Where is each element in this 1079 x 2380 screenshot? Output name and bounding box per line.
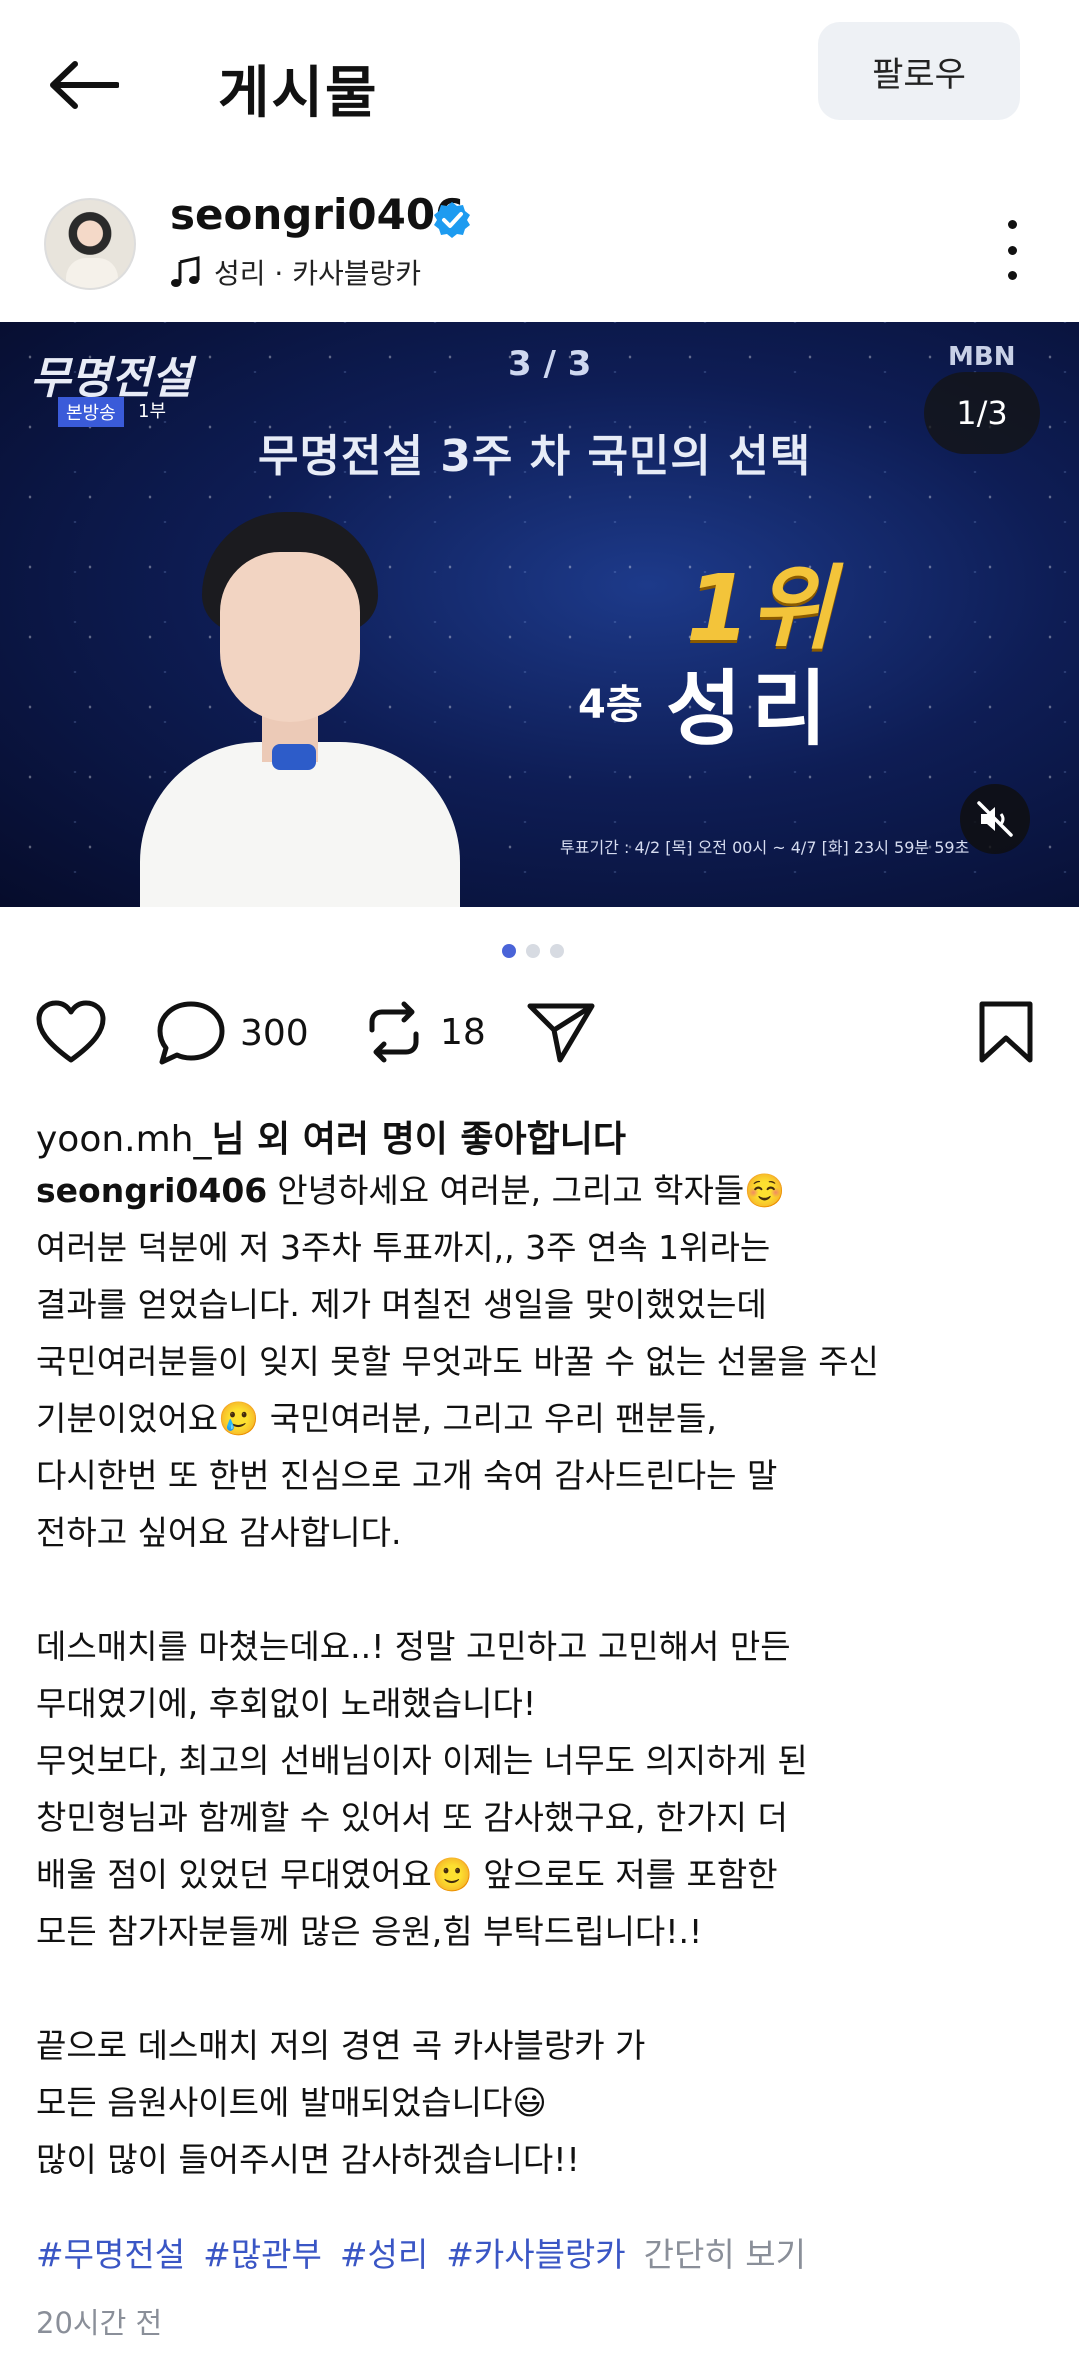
mute-button[interactable]: [960, 784, 1030, 854]
hashtag-row: #무명전설 #많관부 #성리 #카사블랑카 간단히 보기: [36, 2228, 806, 2276]
post-caption: seongri0406 안녕하세요 여러분, 그리고 학자들☺️ 여러분 덕분에 …: [36, 1162, 1046, 2188]
media-headline: 무명전설 3주 차 국민의 선택: [258, 431, 812, 482]
repost-count: 18: [440, 1011, 486, 1053]
repost-icon: [369, 1001, 419, 1063]
network-logo: MBN: [948, 342, 1016, 372]
comment-count: 300: [240, 1012, 309, 1054]
carousel-dot: [550, 944, 564, 958]
back-arrow-icon: [50, 61, 119, 109]
vote-period: 투표기간 : 4/2 [목] 오전 00시 ~ 4/7 [화] 23시 59분 …: [560, 838, 970, 857]
hashtag-link[interactable]: #카사블랑카: [446, 2228, 625, 2276]
top-bar: 게시물 팔로우: [0, 0, 1079, 160]
caption-line: 많이 많이 들어주시면 감사하겠습니다!!: [36, 2140, 580, 2179]
caption-line: 데스매치를 마쳤는데요..! 정말 고민하고 고민해서 만든: [36, 1627, 791, 1666]
caption-username[interactable]: seongri0406: [36, 1171, 267, 1210]
repost-button[interactable]: 18: [362, 1000, 486, 1064]
caption-line: 무대였기에, 후회없이 노래했습니다!: [36, 1684, 537, 1723]
contestant-photo: [140, 512, 460, 907]
show-part-label: 1부: [138, 401, 167, 422]
share-button[interactable]: [526, 1000, 596, 1064]
back-button[interactable]: [38, 40, 128, 130]
caption-line: 안녕하세요 여러분, 그리고 학자들☺️: [277, 1171, 786, 1210]
floor-label: 4층: [578, 682, 643, 728]
caption-line: 끝으로 데스매치 저의 경연 곡 카사블랑카 가: [36, 2026, 646, 2065]
caption-line: 모든 음원사이트에 발매되었습니다😃: [36, 2083, 547, 2122]
carousel-dot: [502, 944, 516, 958]
likes-text: 님 외 여러 명이 좋아합니다: [211, 1119, 626, 1160]
action-bar: 300 18: [0, 990, 1079, 1080]
heart-icon: [36, 1000, 106, 1063]
post-author: seongri0406 성리 · 카사블랑카: [0, 180, 1079, 310]
mute-icon: [977, 801, 1013, 837]
comment-button[interactable]: 300: [156, 1000, 309, 1066]
post-media[interactable]: 무명전설 본방송 1부 3 / 3 MBN 1/3 무명전설 3주 차 국민의 …: [0, 322, 1079, 907]
author-username[interactable]: seongri0406: [170, 190, 464, 239]
send-icon: [527, 1003, 595, 1063]
caption-line: 모든 참가자분들께 많은 응원,힘 부탁드립니다!.!: [36, 1912, 703, 1951]
music-note-icon: [171, 256, 200, 287]
hashtag-link[interactable]: #많관부: [203, 2228, 322, 2276]
follow-button[interactable]: 팔로우: [818, 22, 1020, 120]
collapse-caption-link[interactable]: 간단히 보기: [644, 2228, 806, 2276]
carousel-dots: [502, 944, 564, 958]
bookmark-icon: [979, 1001, 1033, 1063]
show-sub-label: 본방송: [58, 397, 124, 427]
bookmark-button[interactable]: [978, 1000, 1034, 1064]
more-dots-icon: [1007, 220, 1017, 229]
caption-line: 전하고 싶어요 감사합니다.: [36, 1513, 402, 1552]
contestant-name: 성리: [666, 662, 837, 757]
music-label: 성리 · 카사블랑카: [214, 257, 422, 290]
caption-line: 여러분 덕분에 저 3주차 투표까지,, 3주 연속 1위라는: [36, 1228, 771, 1267]
comment-icon: [157, 1001, 225, 1065]
music-info[interactable]: 성리 · 카사블랑카: [170, 252, 421, 292]
avatar[interactable]: [44, 198, 136, 290]
caption-line: 무엇보다, 최고의 선배님이자 이제는 너무도 의지하게 된: [36, 1741, 808, 1780]
like-button[interactable]: [36, 1000, 106, 1064]
caption-line: 결과를 얻었습니다. 제가 며칠전 생일을 맞이했었는데: [36, 1285, 767, 1324]
more-options-button[interactable]: [990, 220, 1034, 280]
liked-by-user[interactable]: yoon.mh_: [36, 1119, 212, 1160]
media-page-indicator: 3 / 3: [508, 344, 592, 384]
media-counter: 1/3: [924, 372, 1040, 454]
post-timestamp: 20시간 전: [36, 2306, 163, 2340]
carousel-dot: [526, 944, 540, 958]
hashtag-link[interactable]: #무명전설: [36, 2228, 185, 2276]
caption-line: 다시한번 또 한번 진심으로 고개 숙여 감사드린다는 말: [36, 1456, 778, 1495]
likes-summary[interactable]: yoon.mh_님 외 여러 명이 좋아합니다: [36, 1110, 626, 1162]
caption-line: 기분이었어요🥲 국민여러분, 그리고 우리 팬분들,: [36, 1399, 717, 1438]
caption-line: 창민형님과 함께할 수 있어서 또 감사했구요, 한가지 더: [36, 1798, 788, 1837]
verified-badge-icon: [434, 202, 470, 238]
hashtag-link[interactable]: #성리: [340, 2228, 428, 2276]
page-title: 게시물: [218, 61, 379, 126]
caption-line: 국민여러분들이 잊지 못할 무엇과도 바꿀 수 없는 선물을 주신: [36, 1342, 879, 1381]
caption-line: 배울 점이 있었던 무대였어요🙂 앞으로도 저를 포함한: [36, 1855, 778, 1894]
